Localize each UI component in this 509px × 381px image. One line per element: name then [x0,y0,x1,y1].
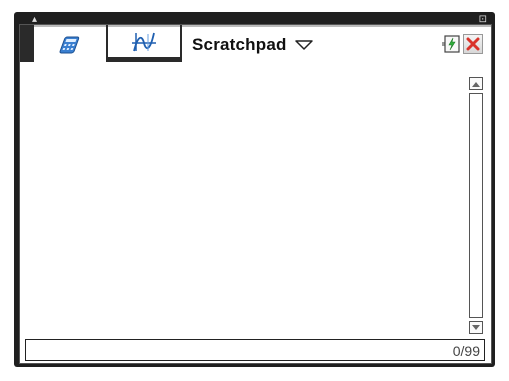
graph-icon [132,32,156,52]
chevron-down-icon[interactable] [294,39,313,51]
scroll-up-button[interactable] [469,77,483,90]
vertical-scrollbar[interactable] [469,77,483,334]
status-icons [441,34,483,54]
entry-line-input[interactable]: 0/99 [25,339,485,361]
arrow-down-icon [472,324,480,330]
calculator-icon [59,36,80,53]
tab-scratchpad[interactable]: Scratchpad [182,25,491,62]
scroll-down-button[interactable] [469,321,483,334]
scroll-track[interactable] [469,93,483,318]
tab-calculator[interactable] [34,25,106,62]
tab-bar: Scratchpad [20,25,491,62]
history-counter: 0/99 [452,343,480,359]
calculator-device: ▴ ⊡ Scratchpad 0/99 [14,12,495,367]
scratchpad-title: Scratchpad [192,34,287,54]
close-icon [466,37,480,51]
close-button[interactable] [463,34,483,54]
arrow-up-icon [472,81,480,87]
battery-charging-icon [442,35,460,53]
tab-graphs[interactable] [108,25,180,59]
screen: Scratchpad 0/99 [19,24,492,364]
